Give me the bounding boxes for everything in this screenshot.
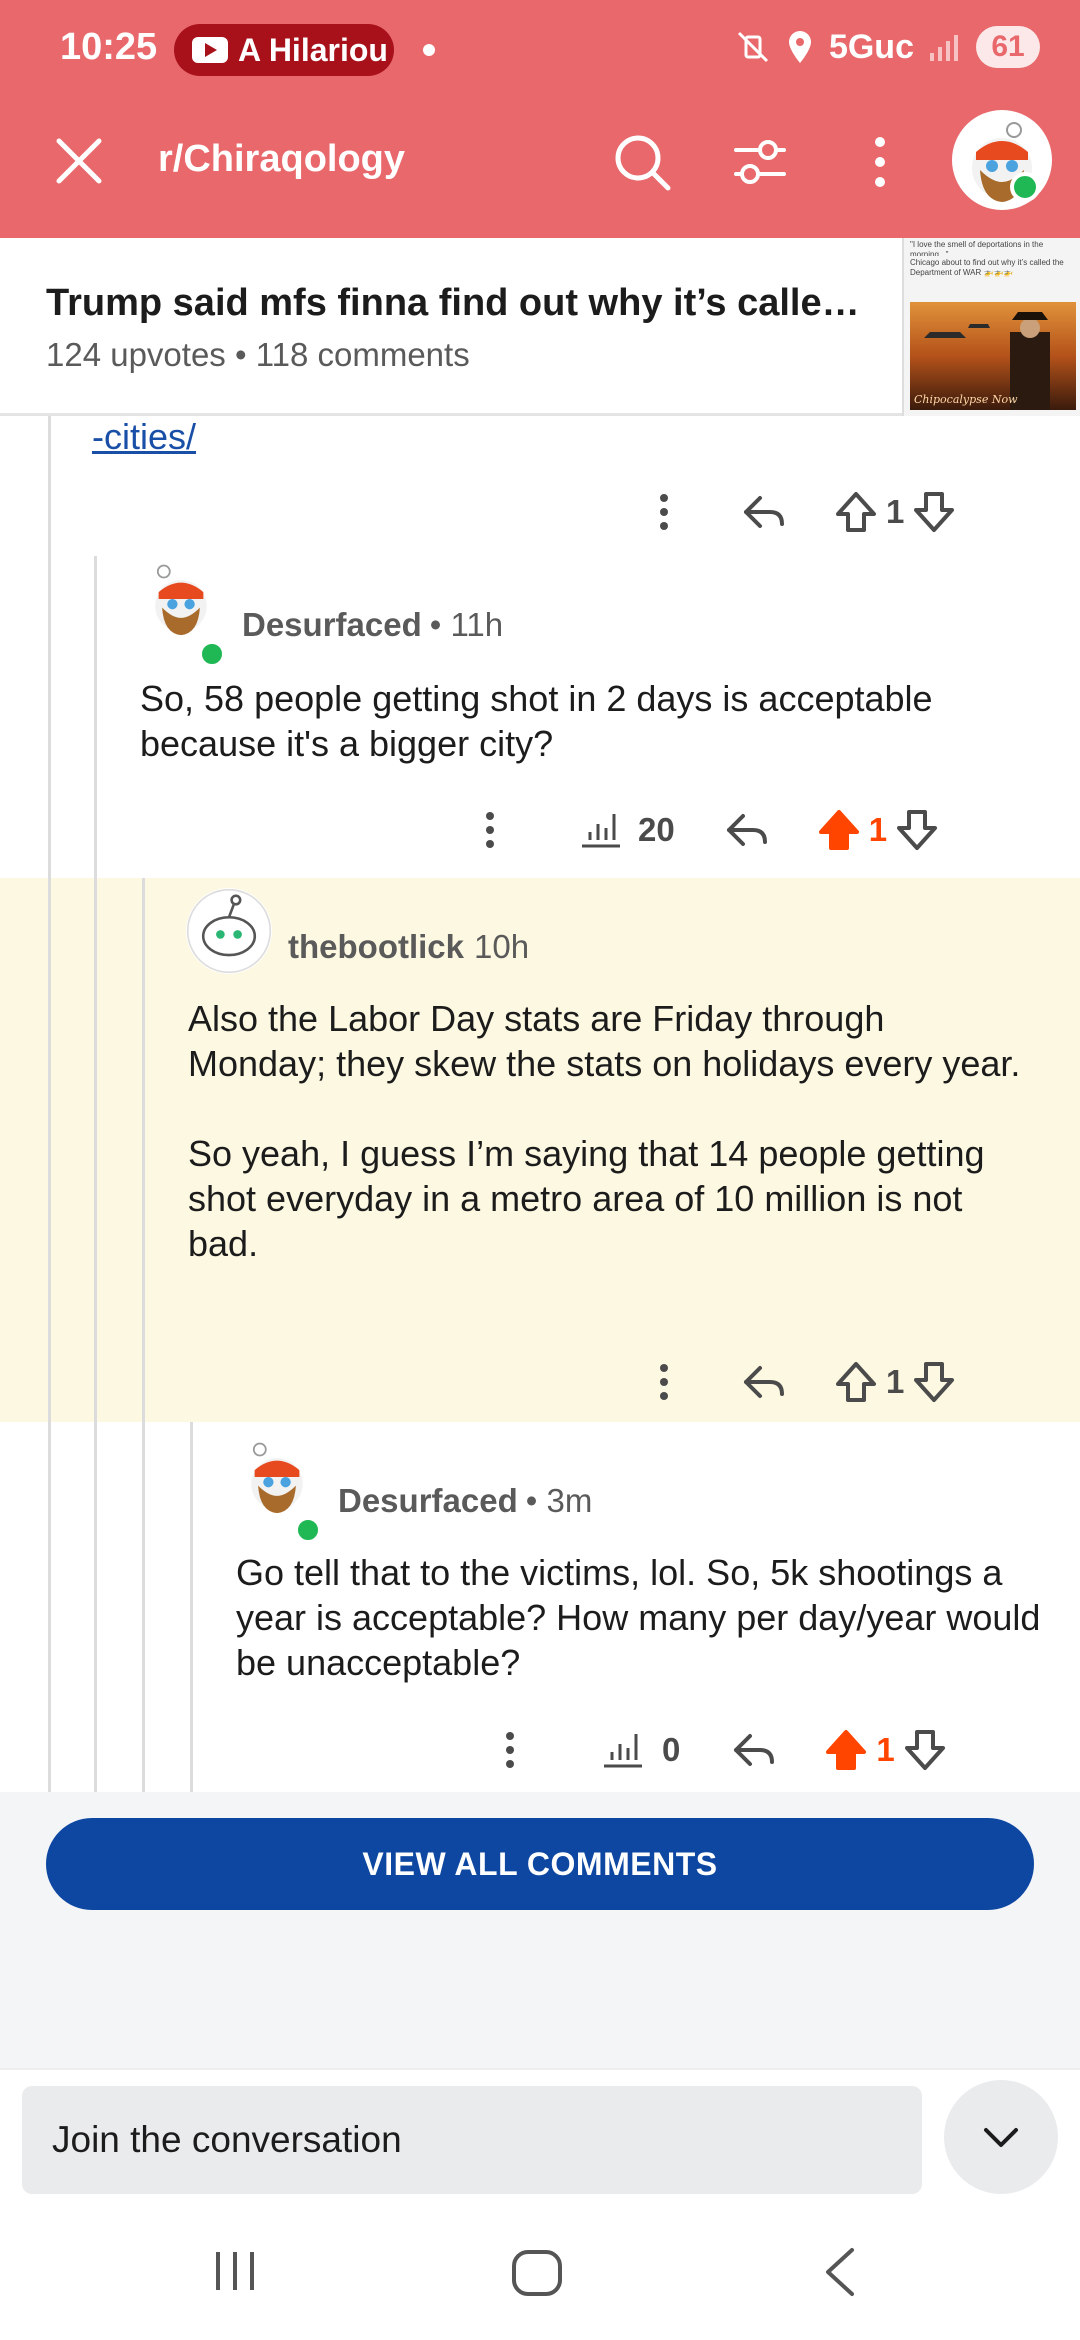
collapse-button[interactable] — [944, 2080, 1058, 2194]
upvote-icon[interactable] — [815, 806, 863, 854]
post-meta: 124 upvotes • 118 comments — [46, 336, 470, 374]
app-header-region: 10:25 A Hilariou 5Guc 61 r/Chiraqology — [0, 0, 1080, 238]
online-status-dot — [294, 1516, 322, 1544]
clock: 10:25 — [60, 26, 158, 68]
comment-actions: 1 — [640, 488, 958, 536]
insights-icon[interactable] — [576, 806, 624, 854]
subreddit-header: r/Chiraqology — [0, 100, 1080, 238]
signal-icon — [930, 35, 958, 61]
thread-line — [48, 416, 51, 1792]
view-count: 0 — [662, 1731, 681, 1768]
comment-username[interactable]: thebootlick — [288, 928, 464, 966]
comment-time: 10h — [474, 928, 530, 965]
downvote-icon[interactable] — [910, 1358, 958, 1406]
chevron-down-icon — [984, 2128, 1018, 2147]
thumbnail-image: Chipocalypse Now — [910, 302, 1076, 410]
join-conversation-input[interactable]: Join the conversation — [22, 2086, 922, 2194]
location-icon — [788, 31, 811, 63]
commenter-avatar[interactable] — [138, 556, 224, 642]
comment-header: Desurfaced • 3m — [338, 1482, 592, 1520]
subreddit-name[interactable]: r/Chiraqology — [158, 138, 405, 181]
recent-apps-icon[interactable] — [210, 2248, 260, 2294]
comment-time: • 11h — [429, 606, 504, 643]
compose-bar: Join the conversation — [0, 2068, 1080, 2198]
upvote-icon[interactable] — [832, 1358, 880, 1406]
reply-icon[interactable] — [723, 806, 771, 854]
upvote-icon[interactable] — [822, 1726, 870, 1774]
back-icon[interactable] — [820, 2246, 860, 2298]
home-icon[interactable] — [510, 2248, 564, 2298]
commenter-avatar[interactable] — [186, 888, 272, 974]
status-bar: 10:25 A Hilariou 5Guc 61 — [0, 0, 1080, 100]
post-thumbnail[interactable]: "I love the smell of deportations in the… — [902, 238, 1080, 416]
vote-score: 1 — [868, 811, 888, 848]
online-status-dot — [198, 640, 226, 668]
comment-paragraph: Also the Labor Day stats are Friday thro… — [188, 998, 1021, 1084]
more-options-icon[interactable] — [486, 1726, 534, 1774]
comment-actions: 20 1 — [466, 806, 941, 854]
separator-dot: • — [234, 336, 256, 373]
post-title[interactable]: Trump said mfs finna find out why it’s c… — [46, 282, 866, 325]
comment-thread: -cities/ 1 Desurfaced • 11h So, 58 peopl… — [0, 416, 1080, 1792]
thumbnail-logo: Chipocalypse Now — [914, 393, 1018, 406]
commenter-avatar[interactable] — [234, 1434, 320, 1520]
comment-username[interactable]: Desurfaced — [338, 1482, 518, 1520]
more-options-icon[interactable] — [848, 130, 912, 194]
system-nav-bar — [0, 2198, 1080, 2340]
view-count: 20 — [638, 811, 675, 848]
thumbnail-caption-2: Chicago about to find out why it’s calle… — [910, 258, 1064, 277]
default-snoo-avatar-icon — [186, 888, 272, 974]
compose-placeholder: Join the conversation — [52, 2119, 402, 2160]
reply-icon[interactable] — [740, 1358, 788, 1406]
comment-header: thebootlick 10h — [288, 928, 529, 966]
close-icon[interactable] — [54, 136, 104, 186]
comment-actions: 1 — [640, 1358, 958, 1406]
comment-header: Desurfaced • 11h — [242, 606, 503, 644]
reply-icon[interactable] — [740, 488, 788, 536]
more-options-icon[interactable] — [466, 806, 514, 854]
thumbnail-caption-1: "I love the smell of deportations in the… — [910, 240, 1044, 256]
system-icons: 5Guc 61 — [735, 26, 1040, 68]
notification-dot-icon — [423, 44, 435, 56]
upvote-count: 124 upvotes — [46, 336, 226, 373]
media-notification-text: A Hilariou — [238, 31, 388, 68]
more-options-icon[interactable] — [640, 488, 688, 536]
vote-score: 1 — [886, 1363, 905, 1400]
network-type: 5Guc — [828, 27, 914, 66]
battery-indicator: 61 — [976, 26, 1040, 68]
snoo-avatar-icon — [251, 1442, 303, 1514]
comment-count: 118 comments — [255, 336, 470, 373]
view-all-region: VIEW ALL COMMENTS — [0, 1792, 1080, 2068]
comment-time: • 3m — [525, 1482, 593, 1519]
comment-link[interactable]: -cities/ — [92, 416, 196, 458]
downvote-icon[interactable] — [910, 488, 958, 536]
youtube-icon — [192, 37, 228, 63]
comment-actions: 0 1 — [486, 1726, 949, 1774]
comment-username[interactable]: Desurfaced — [242, 606, 422, 644]
online-status-dot — [1010, 172, 1040, 202]
comment-body: Go tell that to the victims, lol. So, 5k… — [236, 1552, 1041, 1683]
thread-line — [142, 878, 145, 1792]
snoo-avatar-icon — [155, 564, 207, 636]
downvote-icon[interactable] — [901, 1726, 949, 1774]
reply-icon[interactable] — [730, 1726, 778, 1774]
view-all-comments-button[interactable]: VIEW ALL COMMENTS — [46, 1818, 1034, 1910]
insights-icon[interactable] — [598, 1726, 646, 1774]
vote-score: 1 — [886, 493, 905, 530]
thread-line — [94, 556, 97, 1792]
comment-body: Also the Labor Day stats are Friday thro… — [188, 996, 1028, 1266]
comment-body: So, 58 people getting shot in 2 days is … — [140, 678, 933, 764]
comment-paragraph: So yeah, I guess I’m saying that 14 peop… — [188, 1133, 985, 1264]
thread-line — [190, 1422, 193, 1792]
mute-vibrate-icon — [737, 31, 769, 63]
more-options-icon[interactable] — [640, 1358, 688, 1406]
media-notification-pill[interactable]: A Hilariou — [174, 24, 394, 76]
post-summary-bar[interactable]: Trump said mfs finna find out why it’s c… — [0, 238, 1080, 416]
search-icon[interactable] — [610, 130, 674, 194]
filter-sort-icon[interactable] — [728, 130, 792, 194]
upvote-icon[interactable] — [832, 488, 880, 536]
downvote-icon[interactable] — [893, 806, 941, 854]
vote-score: 1 — [876, 1731, 895, 1768]
